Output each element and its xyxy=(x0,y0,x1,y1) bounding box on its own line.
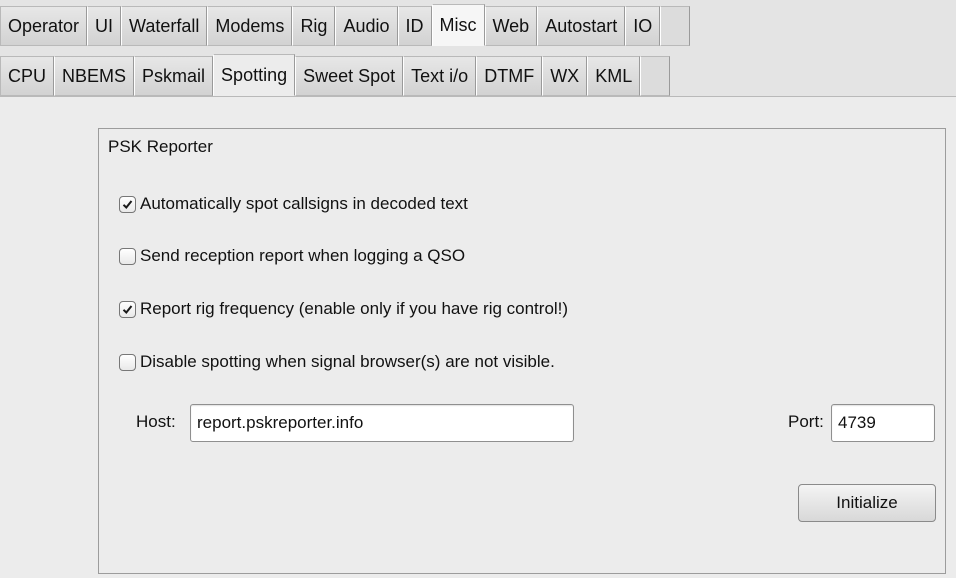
tab-label: NBEMS xyxy=(62,65,127,86)
disable-spotting-label: Disable spotting when signal browser(s) … xyxy=(140,352,555,371)
tab-label: UI xyxy=(95,15,114,36)
tab-nbems[interactable]: NBEMS xyxy=(54,56,135,96)
tab-modems[interactable]: Modems xyxy=(207,6,293,46)
misc-sub-tab-bar: CPU NBEMS Pskmail Spotting Sweet Spot Te… xyxy=(0,54,671,96)
send-report-label: Send reception report when logging a QSO xyxy=(140,246,466,265)
initialize-button[interactable]: Initialize xyxy=(798,484,936,522)
tab-kml[interactable]: KML xyxy=(587,56,641,96)
tab-label: CPU xyxy=(8,65,47,86)
tab-label: Operator xyxy=(8,15,80,36)
tab-label: WX xyxy=(550,65,580,86)
tab-label: Audio xyxy=(343,15,390,36)
checkmark-icon xyxy=(122,304,133,314)
port-input[interactable]: 4739 xyxy=(831,404,935,442)
tab-sweet-spot[interactable]: Sweet Spot xyxy=(295,56,404,96)
tab-bar-filler xyxy=(660,6,691,46)
tab-wx[interactable]: WX xyxy=(542,56,588,96)
tab-label: Spotting xyxy=(221,64,288,85)
tab-label: Modems xyxy=(215,15,285,36)
tab-audio[interactable]: Audio xyxy=(335,6,398,46)
tab-label: IO xyxy=(633,15,653,36)
tab-web[interactable]: Web xyxy=(484,6,538,46)
tab-dtmf[interactable]: DTMF xyxy=(476,56,543,96)
auto-spot-option[interactable]: Automatically spot callsigns in decoded … xyxy=(119,194,468,214)
port-label: Port: xyxy=(788,412,824,431)
report-rig-frequency-label: Report rig frequency (enable only if you… xyxy=(140,299,569,318)
disable-spotting-checkbox[interactable] xyxy=(119,353,136,371)
group-title: PSK Reporter xyxy=(108,137,213,156)
tab-cpu[interactable]: CPU xyxy=(0,56,55,96)
report-rig-frequency-checkbox[interactable] xyxy=(119,300,136,318)
auto-spot-label: Automatically spot callsigns in decoded … xyxy=(140,194,468,213)
tab-waterfall[interactable]: Waterfall xyxy=(121,6,208,46)
tab-rig[interactable]: Rig xyxy=(292,6,336,46)
report-rig-frequency-option[interactable]: Report rig frequency (enable only if you… xyxy=(119,299,568,319)
send-report-option[interactable]: Send reception report when logging a QSO xyxy=(119,246,465,266)
tab-bar-filler xyxy=(640,56,671,96)
tab-autostart[interactable]: Autostart xyxy=(537,6,626,46)
tab-label: Misc xyxy=(439,14,477,35)
host-input[interactable]: report.pskreporter.info xyxy=(190,404,574,442)
disable-spotting-option[interactable]: Disable spotting when signal browser(s) … xyxy=(119,352,555,372)
tab-label: ID xyxy=(405,15,424,36)
tab-label: Rig xyxy=(300,15,328,36)
tab-label: Text i/o xyxy=(411,65,469,86)
tab-pskmail[interactable]: Pskmail xyxy=(134,56,214,96)
tab-io[interactable]: IO xyxy=(625,6,661,46)
tab-label: Pskmail xyxy=(142,65,206,86)
main-tab-bar: Operator UI Waterfall Modems Rig Audio I… xyxy=(0,4,691,46)
send-report-checkbox[interactable] xyxy=(119,247,136,265)
tab-label: KML xyxy=(595,65,633,86)
checkmark-icon xyxy=(122,199,133,209)
tab-operator[interactable]: Operator xyxy=(0,6,88,46)
host-label: Host: xyxy=(136,412,176,431)
tab-ui[interactable]: UI xyxy=(87,6,122,46)
tab-misc[interactable]: Misc xyxy=(431,4,485,46)
tab-label: Autostart xyxy=(545,15,618,36)
tab-label: Web xyxy=(492,15,530,36)
tab-spotting[interactable]: Spotting xyxy=(213,54,296,96)
tab-label: Waterfall xyxy=(129,15,200,36)
tab-label: Sweet Spot xyxy=(303,65,396,86)
auto-spot-checkbox[interactable] xyxy=(119,195,136,213)
tab-text-io[interactable]: Text i/o xyxy=(403,56,477,96)
tab-id[interactable]: ID xyxy=(397,6,432,46)
tab-label: DTMF xyxy=(484,65,535,86)
